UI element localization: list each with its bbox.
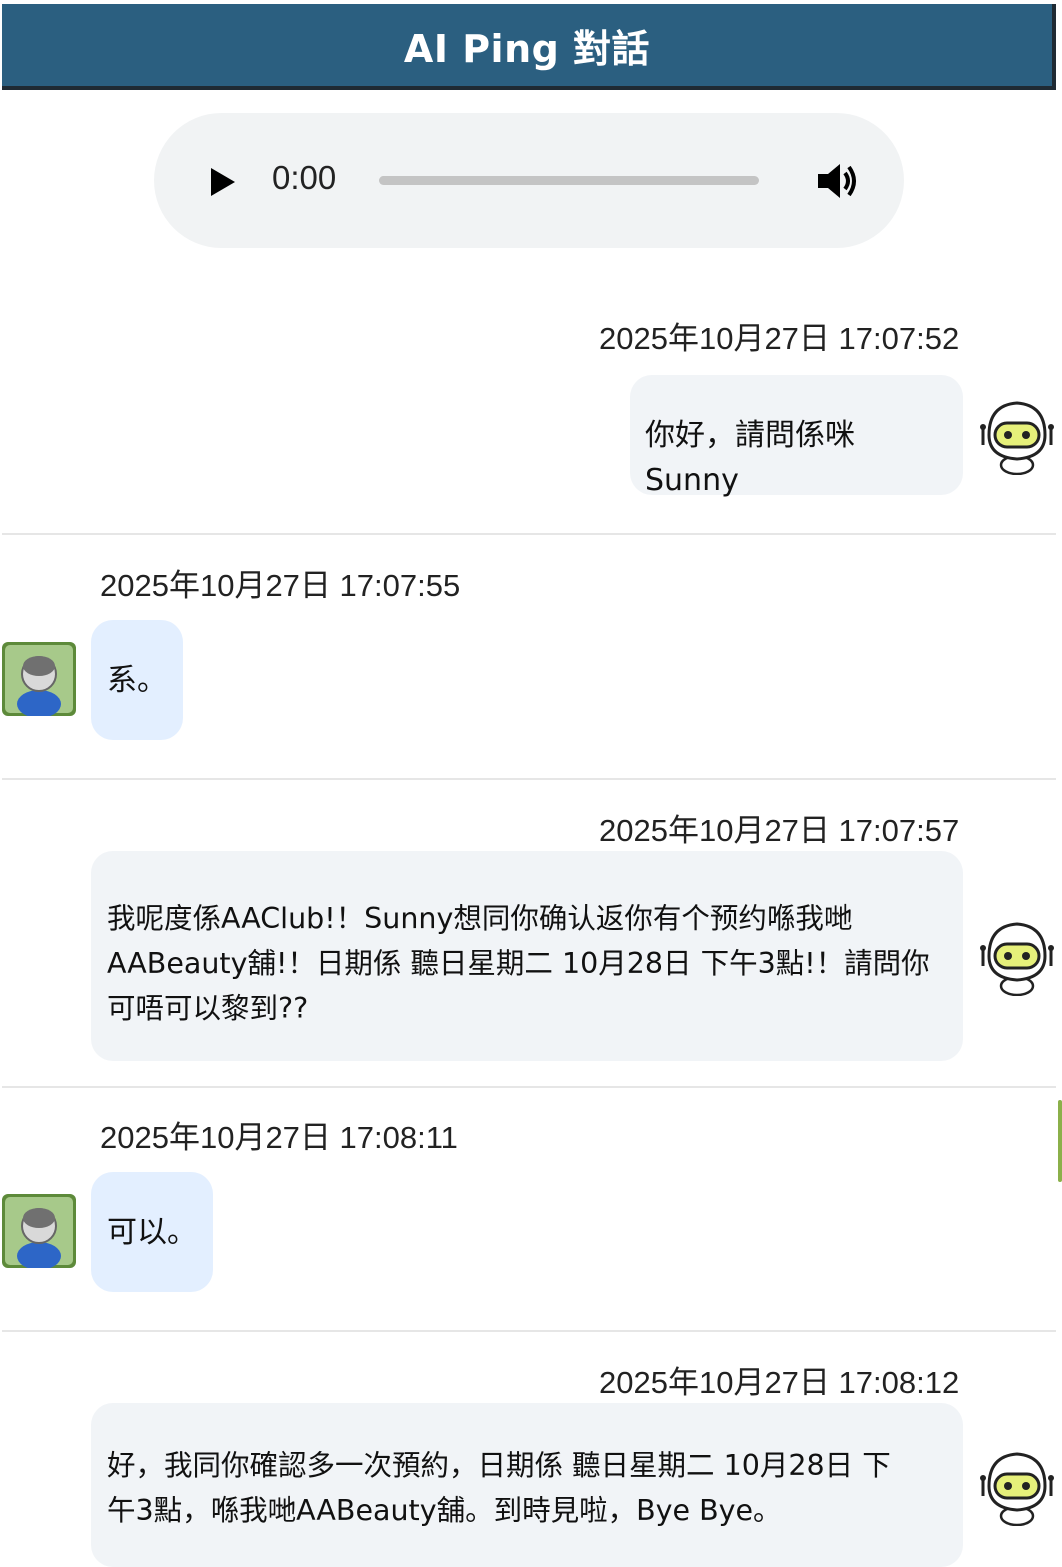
- page-title: AI Ping 對話: [403, 26, 651, 71]
- volume-icon[interactable]: [816, 161, 860, 201]
- play-icon[interactable]: [208, 167, 238, 197]
- scroll-indicator[interactable]: [1058, 1100, 1062, 1182]
- message-bubble-user: 系。: [91, 620, 183, 740]
- message-text-line: 好，我同你確認多一次預約，日期係 聽日星期二 10月28日 下: [107, 1449, 891, 1482]
- message-bubble-bot: 我呢度係AAClub!！Sunny想同你确认返你有个预约喺我哋 AABeauty…: [91, 851, 963, 1061]
- audio-time: 0:00: [272, 159, 337, 196]
- message-timestamp: 2025年10月27日 17:07:52: [599, 321, 960, 356]
- audio-player[interactable]: 0:00: [154, 113, 904, 248]
- message-text: 你好，請問係咪Sunny: [645, 418, 855, 498]
- message-timestamp: 2025年10月27日 17:08:11: [100, 1120, 458, 1155]
- divider: [2, 1086, 1056, 1088]
- message-timestamp: 2025年10月27日 17:08:12: [599, 1365, 960, 1400]
- divider: [2, 533, 1056, 535]
- user-avatar-icon: [2, 642, 76, 716]
- user-avatar-icon: [2, 1194, 76, 1268]
- robot-avatar-icon: [978, 922, 1056, 996]
- message-timestamp: 2025年10月27日 17:07:55: [100, 568, 461, 603]
- message-bubble-user: 可以。: [91, 1172, 213, 1292]
- message-text-line: 午3點，喺我哋AABeauty舖。到時見啦，Bye Bye。: [107, 1494, 782, 1527]
- robot-avatar-icon: [978, 1452, 1056, 1526]
- message-text-line: 可唔可以黎到??: [107, 992, 309, 1025]
- divider: [2, 778, 1056, 780]
- divider: [2, 1330, 1056, 1332]
- message-bubble-bot: 你好，請問係咪Sunny: [630, 375, 963, 498]
- app-header: AI Ping 對話: [2, 4, 1056, 90]
- message-timestamp: 2025年10月27日 17:07:57: [599, 813, 960, 848]
- audio-progress-slider[interactable]: [379, 176, 759, 185]
- message-text: 可以。: [107, 1215, 197, 1250]
- message-text-line: 我呢度係AAClub!！Sunny想同你确认返你有个预约喺我哋: [107, 902, 853, 935]
- message-text: 系。: [107, 663, 167, 698]
- message-bubble-bot: 好，我同你確認多一次預約，日期係 聽日星期二 10月28日 下 午3點，喺我哋A…: [91, 1403, 963, 1567]
- message-text-line: AABeauty舖!！日期係 聽日星期二 10月28日 下午3點!！請問你: [107, 947, 930, 980]
- robot-avatar-icon: [978, 401, 1056, 475]
